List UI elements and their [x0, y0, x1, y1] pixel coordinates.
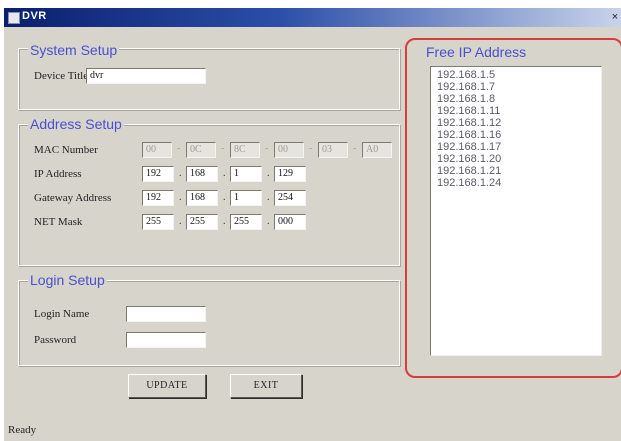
ip-separator: .	[179, 168, 182, 179]
ip-octet-3[interactable]: 1	[230, 166, 262, 182]
mac-separator: -	[353, 143, 357, 154]
address-setup-title: Address Setup	[28, 116, 124, 132]
ip-address-label: IP Address	[34, 168, 82, 180]
ip-octet-2[interactable]: 168	[186, 166, 218, 182]
mac-separator: -	[221, 143, 225, 154]
dvr-window: DVR × System Setup Device Title dvr Addr…	[4, 8, 621, 441]
netmask-octet-2[interactable]: 255	[186, 214, 218, 230]
mac-octet-1: 00	[142, 142, 172, 158]
login-name-label: Login Name	[34, 308, 90, 320]
app-icon	[8, 12, 20, 24]
login-name-input[interactable]	[126, 306, 206, 322]
login-setup-title: Login Setup	[28, 272, 107, 288]
gateway-octet-4[interactable]: 254	[274, 190, 306, 206]
mac-separator: -	[177, 143, 181, 154]
password-label: Password	[34, 334, 77, 346]
netmask-octet-3[interactable]: 255	[230, 214, 262, 230]
gateway-separator: .	[223, 192, 226, 203]
window-title: DVR	[22, 10, 47, 22]
netmask-separator: .	[223, 216, 226, 227]
exit-button[interactable]: EXIT	[230, 374, 302, 398]
title-bar[interactable]: DVR ×	[4, 8, 621, 27]
netmask-separator: .	[179, 216, 182, 227]
device-title-label: Device Title	[34, 70, 89, 82]
password-input[interactable]	[126, 332, 206, 348]
netmask-octet-1[interactable]: 255	[142, 214, 174, 230]
netmask-separator: .	[267, 216, 270, 227]
gateway-separator: .	[179, 192, 182, 203]
gateway-label: Gateway Address	[34, 192, 112, 204]
mac-octet-5: 03	[318, 142, 348, 158]
mac-octet-6: A0	[362, 142, 392, 158]
gateway-octet-2[interactable]: 168	[186, 190, 218, 206]
update-button[interactable]: UPDATE	[128, 374, 206, 398]
mac-label: MAC Number	[34, 144, 98, 156]
mac-separator: -	[309, 143, 313, 154]
system-setup-title: System Setup	[28, 42, 120, 58]
ip-separator: .	[267, 168, 270, 179]
mac-octet-2: 0C	[186, 142, 216, 158]
gateway-separator: .	[267, 192, 270, 203]
netmask-octet-4[interactable]: 000	[274, 214, 306, 230]
close-icon[interactable]: ×	[608, 10, 621, 24]
highlight-frame	[405, 38, 621, 378]
gateway-octet-1[interactable]: 192	[142, 190, 174, 206]
login-setup-group	[18, 280, 400, 366]
ip-separator: .	[223, 168, 226, 179]
ip-octet-4[interactable]: 129	[274, 166, 306, 182]
device-title-input[interactable]: dvr	[86, 68, 206, 84]
status-text: Ready	[8, 424, 37, 436]
gateway-octet-3[interactable]: 1	[230, 190, 262, 206]
mac-octet-4: 00	[274, 142, 304, 158]
status-bar: Ready	[4, 416, 621, 441]
mac-separator: -	[265, 143, 269, 154]
mac-octet-3: 8C	[230, 142, 260, 158]
netmask-label: NET Mask	[34, 216, 83, 228]
ip-octet-1[interactable]: 192	[142, 166, 174, 182]
